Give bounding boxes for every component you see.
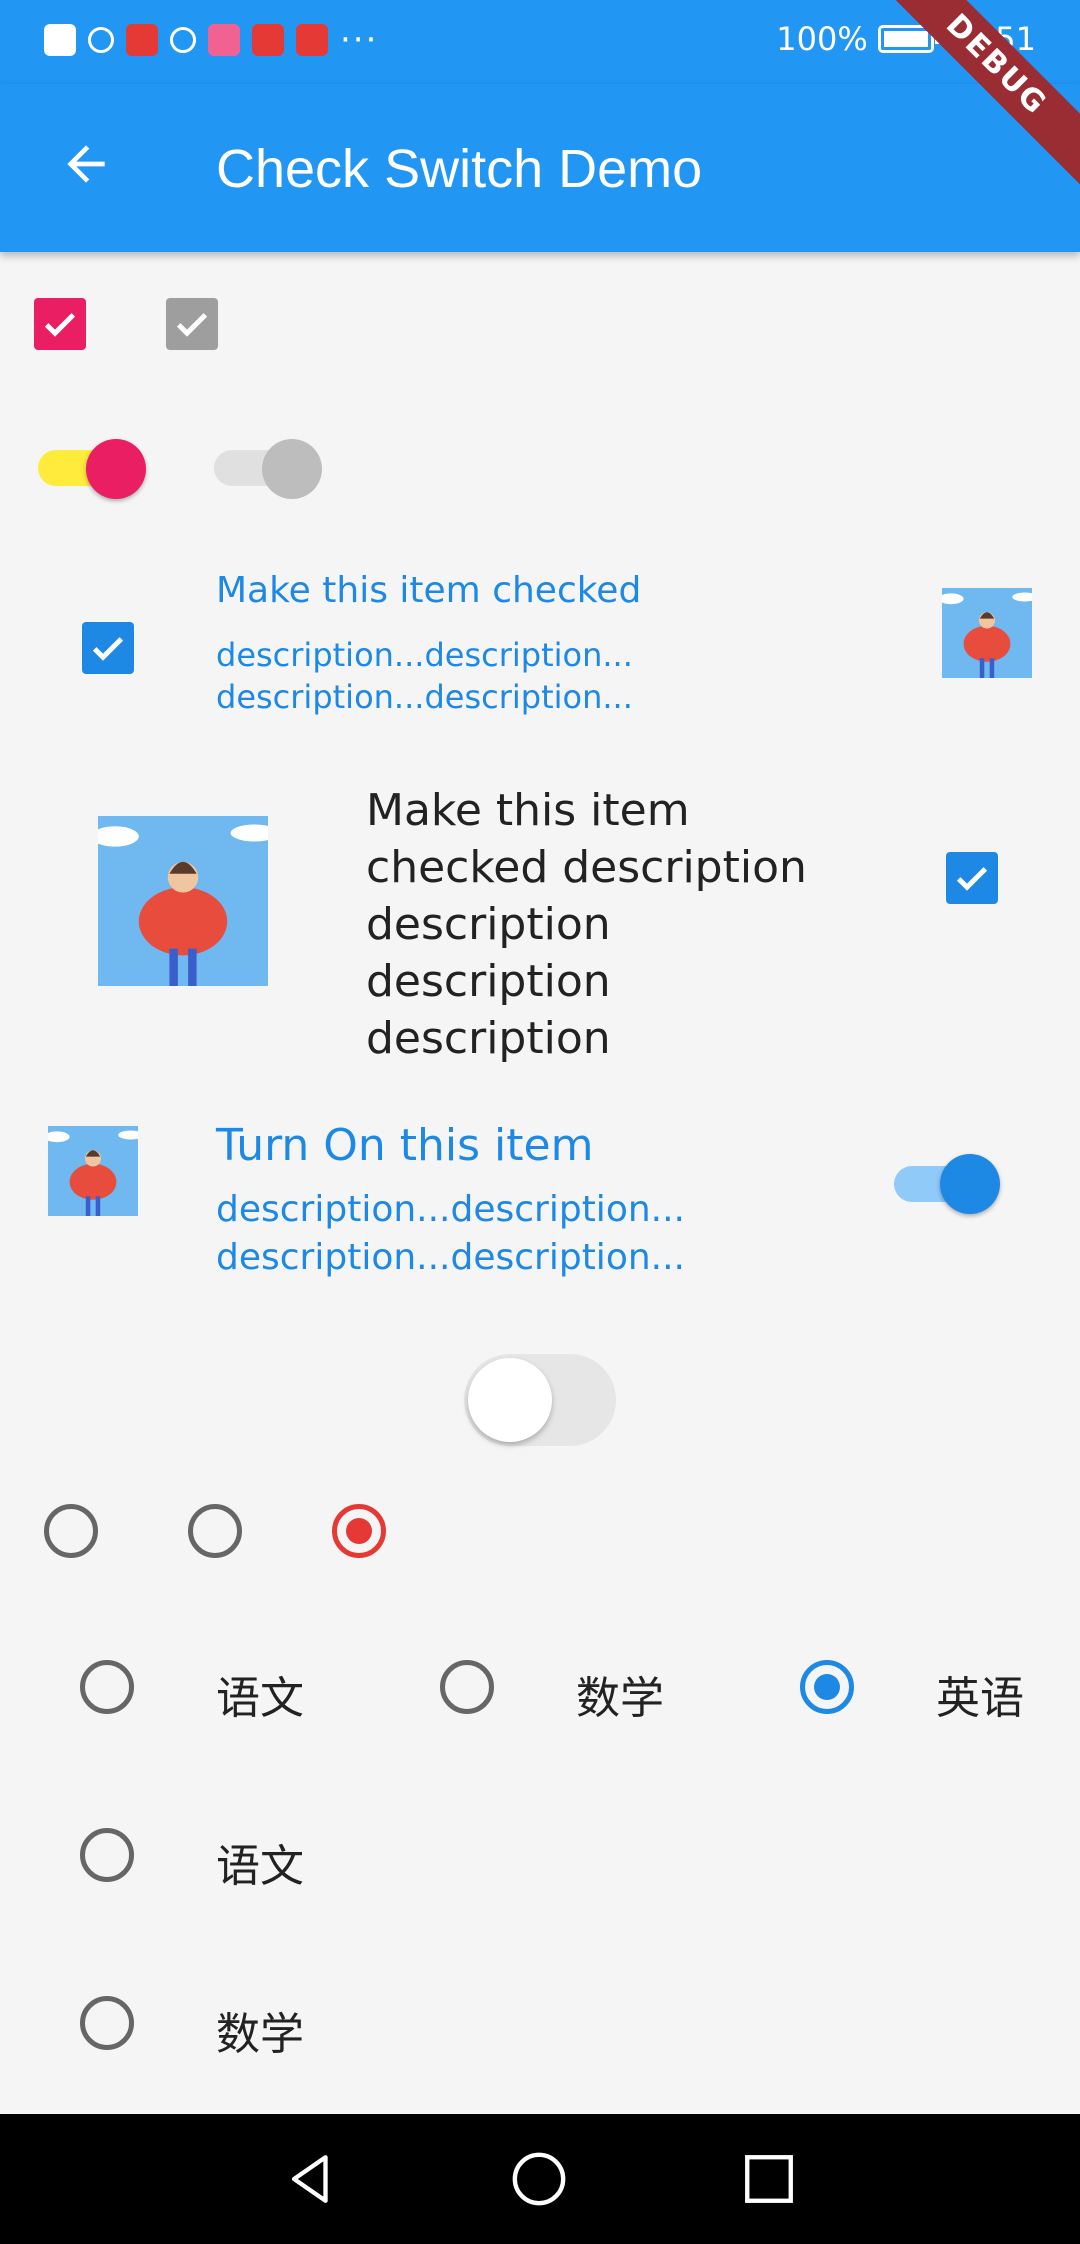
tile-title: Make this item checked description descr… (366, 785, 807, 1064)
checkbox[interactable] (82, 622, 134, 674)
more-notifications-icon: ··· (340, 20, 379, 60)
switch-disabled (214, 439, 324, 499)
baidu-app-icon (126, 24, 158, 56)
search-app-icon (170, 27, 196, 53)
radio-yuwen[interactable] (80, 1660, 134, 1714)
switch-yellow-pink[interactable] (38, 439, 148, 499)
checkbox[interactable] (946, 852, 998, 904)
radio-label: 英语 (936, 1673, 1024, 1724)
tile-subtitle: description...description... description… (216, 636, 633, 716)
tile-title: Turn On this item (216, 1120, 594, 1171)
book-app-icon (208, 24, 240, 56)
home-icon[interactable] (510, 2150, 568, 2208)
check-icon (176, 313, 208, 337)
radio-yingyu[interactable] (800, 1660, 854, 1714)
arrow-back-icon (67, 145, 105, 183)
switch-thumb (262, 439, 322, 499)
check-icon (92, 637, 124, 661)
radio-list-tile-yuwen[interactable]: 语文 (0, 1800, 1080, 1920)
app-bar: Check Switch Demo (0, 84, 1080, 252)
radio-label: 语文 (216, 1841, 304, 1892)
tile-subtitle: description...description... description… (216, 1189, 685, 1278)
wifi-icon (88, 27, 114, 53)
radio-tiles-row: 语文 数学 英语 (0, 1630, 1080, 1750)
radio-shuxue[interactable] (440, 1660, 494, 1714)
person-illustration-icon (98, 816, 268, 986)
switch-list-tile[interactable]: Turn On this item description...descript… (0, 1110, 1080, 1290)
radio[interactable] (80, 1828, 134, 1882)
recents-icon[interactable] (740, 2150, 798, 2208)
page-title: Check Switch Demo (216, 139, 703, 199)
cupertino-switch[interactable] (464, 1354, 616, 1446)
switch-thumb (940, 1154, 1000, 1214)
check-icon (44, 313, 76, 337)
radio-label: 数学 (216, 2009, 304, 2060)
checkbox-list-tile-2[interactable]: Make this item checked description descr… (0, 770, 1080, 1070)
person-illustration-icon (48, 1126, 138, 1216)
check-icon (956, 867, 988, 891)
radio-1[interactable] (44, 1504, 98, 1558)
battery-percent: 100% (776, 20, 868, 58)
switch-thumb (468, 1358, 552, 1442)
radio-2[interactable] (188, 1504, 242, 1558)
back-icon[interactable] (282, 2150, 340, 2208)
weibo-app-icon-2 (296, 24, 328, 56)
tile-title: Make this item checked (216, 570, 642, 611)
weibo-app-icon (252, 24, 284, 56)
alert-icon (44, 24, 76, 56)
radio-3[interactable] (332, 1504, 386, 1558)
notification-icons: ··· (44, 20, 379, 60)
back-button[interactable] (46, 124, 126, 204)
radio-label: 语文 (216, 1673, 304, 1724)
person-illustration-icon (942, 588, 1032, 678)
switch[interactable] (892, 1154, 1004, 1214)
switch-thumb (86, 439, 146, 499)
radio[interactable] (80, 1996, 134, 2050)
checkbox-disabled (166, 298, 218, 350)
checkbox-pink[interactable] (34, 298, 86, 350)
checkbox-list-tile-1[interactable]: Make this item checked description...des… (0, 560, 1080, 720)
radio-label: 数学 (576, 1673, 664, 1724)
radio-list-tile-shuxue[interactable]: 数学 (0, 1966, 1080, 2086)
system-nav-bar (0, 2114, 1080, 2244)
